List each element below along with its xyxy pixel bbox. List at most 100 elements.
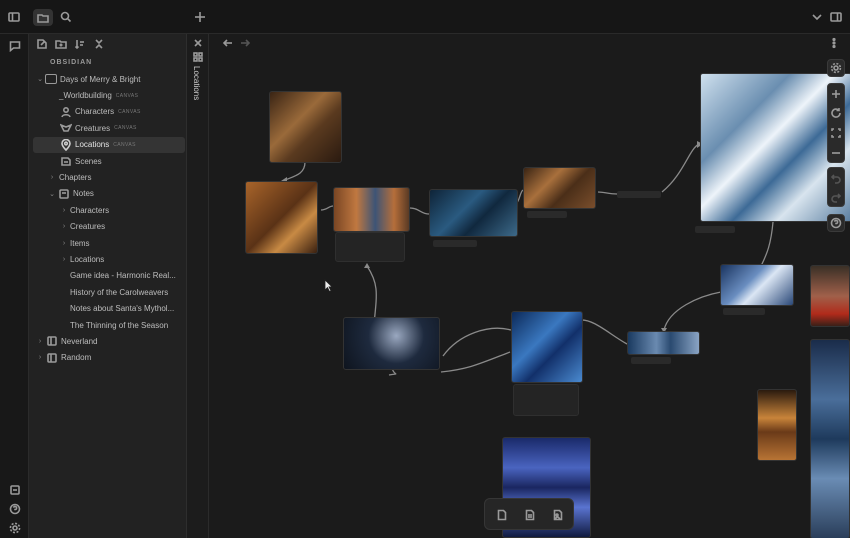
- zoom-out-icon[interactable]: [830, 147, 842, 159]
- tree-item-label: Notes about Santa's Mythol...: [70, 304, 175, 314]
- zoom-in-icon[interactable]: [830, 88, 842, 100]
- canvas-node-windmill[interactable]: [810, 265, 850, 327]
- tree-item-label: Locations: [75, 140, 110, 150]
- canvas-node-village[interactable]: [627, 331, 700, 355]
- canvas-node-mountain-strip[interactable]: [810, 339, 850, 538]
- chevron-right-icon: ›: [50, 174, 54, 182]
- chevron-down-icon: ⌄: [37, 76, 43, 84]
- vertical-tab-label[interactable]: Locations: [192, 66, 201, 100]
- tree-item-label: Characters: [75, 107, 115, 117]
- settings-icon[interactable]: [7, 520, 23, 536]
- tree-item-label: Characters: [70, 205, 110, 215]
- tree-item-label: Notes: [73, 189, 94, 199]
- canvas-node-lanterns[interactable]: [757, 389, 797, 461]
- scene-icon: [59, 156, 73, 166]
- canvas-tag: CANVAS: [114, 125, 137, 132]
- new-tab-icon[interactable]: [193, 10, 207, 24]
- chevron-right-icon: ›: [62, 206, 66, 214]
- tree-item-label: History of the Carolweavers: [70, 287, 169, 297]
- tree-item-label: Locations: [70, 254, 105, 264]
- add-media-icon[interactable]: [550, 507, 566, 523]
- chat-icon[interactable]: [7, 38, 23, 54]
- book-icon: [45, 74, 57, 85]
- zoom-controls: [827, 83, 845, 163]
- tree-folder-days-of-merry[interactable]: ⌄ Days of Merry & Bright: [33, 71, 185, 87]
- canvas-icon: [192, 51, 204, 63]
- new-note-icon[interactable]: [35, 37, 49, 51]
- canvas-node-ice-cave[interactable]: [429, 189, 518, 237]
- tree-item-characters-canvas[interactable]: Characters CANVAS: [33, 104, 185, 120]
- canvas-node-label: [527, 211, 567, 218]
- canvas-node-workshop[interactable]: [333, 187, 410, 232]
- canvas-settings[interactable]: [827, 59, 845, 77]
- right-sidebar-toggle-icon[interactable]: [829, 10, 843, 24]
- sidebar-toggle-icon[interactable]: [6, 9, 22, 25]
- tree-item-worldbuilding[interactable]: _Worldbuilding CANVAS: [33, 87, 185, 103]
- tree-item-label: Items: [70, 238, 90, 248]
- tree-item-locations-canvas[interactable]: Locations CANVAS: [33, 136, 185, 153]
- tree-note-santa[interactable]: Notes about Santa's Mythol...: [33, 300, 185, 316]
- add-note-icon[interactable]: [522, 507, 538, 523]
- canvas-node-snowfield[interactable]: [720, 264, 794, 306]
- tree-item-label: Game idea - Harmonic Real...: [70, 271, 176, 281]
- canvas-node-portal[interactable]: [343, 317, 440, 370]
- tree-item-scenes[interactable]: Scenes: [33, 153, 185, 169]
- gear-icon[interactable]: [830, 62, 842, 74]
- user-icon: [59, 106, 73, 118]
- tree-item-label: Creatures: [75, 123, 111, 133]
- chevron-down-icon: ⌄: [49, 190, 55, 198]
- collapse-all-icon[interactable]: [92, 37, 106, 51]
- tree-folder-locations[interactable]: › Locations: [33, 251, 185, 267]
- new-folder-icon[interactable]: [54, 37, 68, 51]
- canvas-node-cottage[interactable]: [523, 167, 596, 209]
- help-icon[interactable]: [830, 217, 842, 229]
- chevron-right-icon: ›: [62, 223, 66, 231]
- mouse-cursor-icon: [324, 279, 333, 292]
- chevron-right-icon: ›: [62, 255, 66, 263]
- undo-icon[interactable]: [830, 172, 842, 184]
- canvas-view[interactable]: [209, 34, 850, 538]
- tree-folder-random[interactable]: › Random: [33, 350, 185, 366]
- folder-icon[interactable]: [33, 9, 53, 26]
- tree-folder-notes[interactable]: ⌄ Notes: [33, 186, 185, 202]
- tree-folder-neverland[interactable]: › Neverland: [33, 333, 185, 349]
- redo-icon[interactable]: [830, 191, 842, 203]
- help-icon[interactable]: [7, 501, 23, 517]
- canvas-node-tavern[interactable]: [269, 91, 342, 163]
- canvas-text-card[interactable]: [335, 232, 405, 262]
- obsidian-app: OBSIDIAN ⌄ Days of Merry & Bright _World…: [0, 0, 850, 538]
- sort-icon[interactable]: [73, 37, 87, 51]
- canvas-tag: CANVAS: [115, 92, 139, 99]
- close-icon[interactable]: [191, 36, 205, 50]
- vault-switcher-icon[interactable]: [7, 482, 23, 498]
- tree-folder-chapters[interactable]: › Chapters: [33, 169, 185, 185]
- tree-note-game-idea[interactable]: Game idea - Harmonic Real...: [33, 268, 185, 284]
- tree-note-history[interactable]: History of the Carolweavers: [33, 284, 185, 300]
- tree-item-creatures-canvas[interactable]: Creatures CANVAS: [33, 120, 185, 136]
- canvas-add-toolbar: [484, 498, 574, 530]
- tree-folder-characters[interactable]: › Characters: [33, 202, 185, 218]
- canvas-help[interactable]: [827, 214, 845, 232]
- fit-screen-icon[interactable]: [830, 127, 842, 139]
- history-controls: [827, 167, 845, 207]
- canvas-text-card[interactable]: [513, 384, 579, 416]
- tree-item-label: Days of Merry & Bright: [60, 74, 141, 84]
- ribbon: [0, 34, 29, 538]
- canvas-node-crystal-cavern[interactable]: [511, 311, 583, 383]
- tree-note-thinning[interactable]: The Thinning of the Season: [33, 317, 185, 333]
- canvas-tag: CANVAS: [113, 141, 136, 148]
- add-card-icon[interactable]: [494, 507, 510, 523]
- tree-item-label: Scenes: [75, 156, 102, 166]
- canvas-node-label: [631, 357, 671, 364]
- chevron-right-icon: ›: [62, 239, 66, 247]
- chevron-right-icon: ›: [38, 354, 42, 362]
- canvas-node-market[interactable]: [245, 181, 318, 254]
- tree-folder-creatures[interactable]: › Creatures: [33, 219, 185, 235]
- tree-folder-items[interactable]: › Items: [33, 235, 185, 251]
- search-icon[interactable]: [58, 9, 74, 25]
- chevron-down-icon[interactable]: [810, 10, 824, 24]
- vertical-tab-strip: Locations: [187, 34, 209, 538]
- reset-zoom-icon[interactable]: [830, 107, 842, 119]
- chevron-right-icon: ›: [38, 337, 42, 345]
- file-tree: ⌄ Days of Merry & Bright _Worldbuilding …: [33, 71, 185, 366]
